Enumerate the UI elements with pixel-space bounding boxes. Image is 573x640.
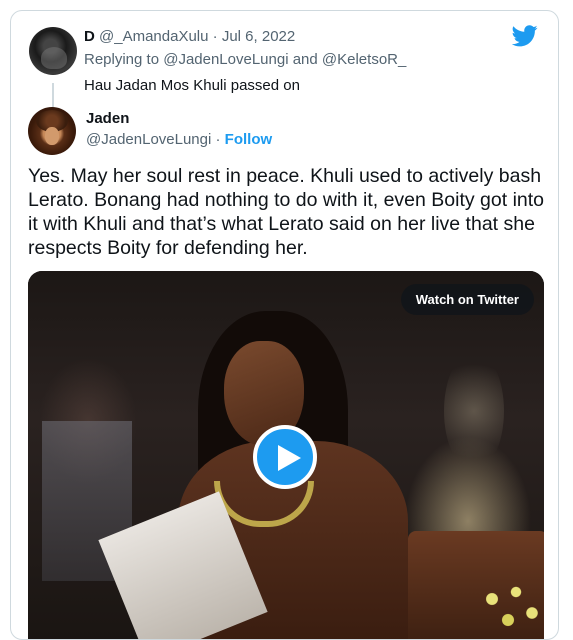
parent-tweet-header: D @_AmandaXulu · Jul 6, 2022 <box>84 28 295 45</box>
parent-tweet-text: Hau Jadan Mos Khuli passed on <box>84 77 300 94</box>
handle[interactable]: @JadenLoveLungi <box>86 131 211 148</box>
play-icon <box>278 445 301 471</box>
separator-dot: · <box>212 28 218 45</box>
video-player[interactable]: Watch on Twitter <box>28 271 544 639</box>
tweet-date[interactable]: Jul 6, 2022 <box>222 28 295 45</box>
video-frame-flowers <box>468 571 544 639</box>
display-name[interactable]: Jaden <box>86 110 129 127</box>
avatar[interactable] <box>28 107 76 155</box>
handle[interactable]: @_AmandaXulu <box>99 28 208 45</box>
follow-button[interactable]: Follow <box>225 131 273 148</box>
twitter-bird-icon[interactable] <box>512 25 538 47</box>
watch-on-twitter-button[interactable]: Watch on Twitter <box>400 284 534 315</box>
display-name[interactable]: D <box>84 28 95 45</box>
separator-dot: · <box>215 131 221 148</box>
avatar[interactable] <box>29 27 77 75</box>
play-button[interactable] <box>253 425 317 489</box>
replying-to: Replying to @JadenLoveLungi and @Keletso… <box>84 51 407 68</box>
author-line: @JadenLoveLungi · Follow <box>86 131 272 148</box>
tweet-body: Yes. May her soul rest in peace. Khuli u… <box>28 165 545 259</box>
video-frame-lamp <box>444 351 504 471</box>
tweet-embed-card: D @_AmandaXulu · Jul 6, 2022 Replying to… <box>10 10 559 640</box>
